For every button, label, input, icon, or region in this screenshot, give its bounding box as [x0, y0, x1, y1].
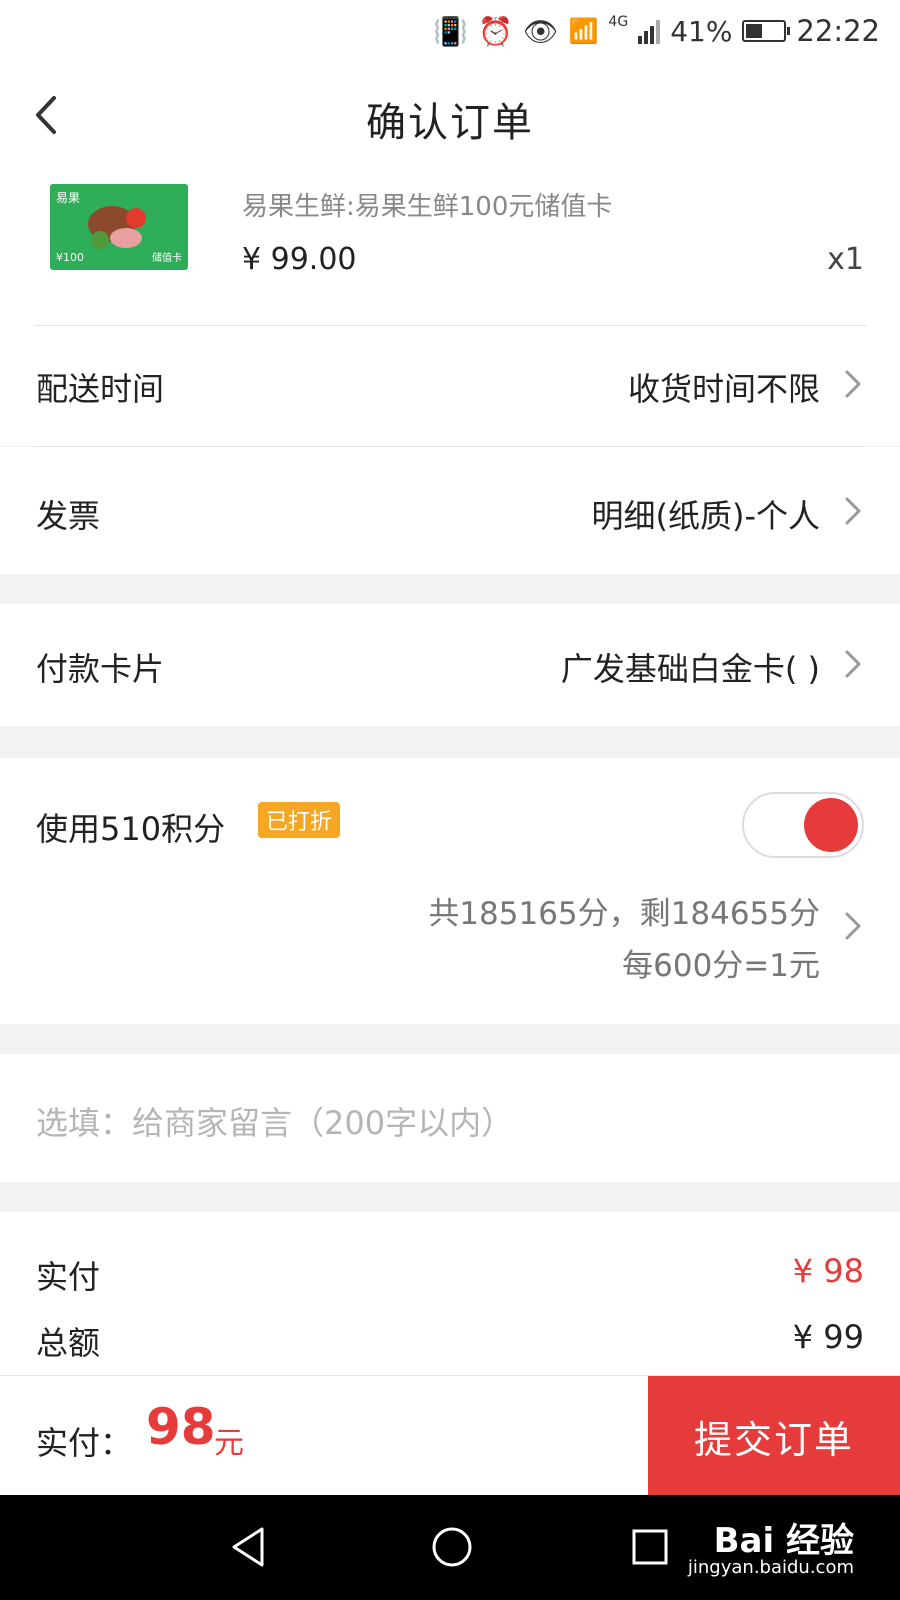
total-label: 总额 — [36, 1324, 101, 1362]
page-title: 确认订单 — [366, 100, 534, 146]
system-nav-bar: Bai 经验 jingyan.baidu.com — [0, 1495, 900, 1600]
toggle-knob — [804, 798, 858, 852]
vibrate-icon: 📳 — [433, 14, 469, 48]
pay-label: 实付： — [36, 1424, 133, 1462]
total-value: ¥ 99 — [792, 1318, 864, 1356]
alarm-icon: ⏰ — [478, 14, 513, 48]
product-price: ¥ 99.00 — [242, 242, 357, 277]
pay-unit: 元 — [214, 1426, 244, 1461]
nav-recents-icon[interactable] — [630, 1527, 670, 1567]
network-type: 4G — [608, 14, 629, 30]
delivery-time-label: 配送时间 — [36, 370, 165, 408]
thumb-amount: ¥100 — [56, 251, 84, 264]
checkout-bar: 实付： 98 元 提交订单 — [0, 1375, 900, 1496]
chevron-right-icon — [845, 497, 861, 525]
battery-percent: 41% — [670, 14, 733, 48]
points-toggle[interactable] — [742, 792, 864, 858]
paid-value: ¥ 98 — [792, 1252, 864, 1290]
submit-order-button[interactable]: 提交订单 — [648, 1376, 900, 1496]
battery-icon — [742, 20, 791, 42]
invoice-value: 明细(纸质)-个人 — [591, 497, 820, 535]
chevron-right-icon — [845, 370, 861, 398]
points-rate: 每600分=1元 — [622, 948, 820, 984]
paid-label: 实付 — [36, 1258, 101, 1296]
watermark-logo: Bai 经验 — [713, 1521, 854, 1561]
delivery-time-value: 收货时间不限 — [627, 370, 820, 408]
message-input[interactable]: 选填：给商家留言（200字以内） — [36, 1098, 513, 1144]
totals-section: 实付 ¥ 98 总额 ¥ 99 — [0, 1212, 900, 1375]
pay-amount: 98 — [146, 1398, 216, 1456]
eye-icon: 👁 — [522, 14, 559, 48]
clock: 22:22 — [796, 14, 880, 48]
thumb-kind: 储值卡 — [152, 253, 182, 264]
discount-badge: 已打折 — [258, 802, 341, 838]
product-thumbnail: 易果 ¥100 储值卡 — [50, 184, 188, 270]
header: 确认订单 — [0, 62, 900, 171]
chevron-right-icon[interactable] — [842, 910, 864, 942]
invoice-row[interactable]: 发票 明细(纸质)-个人 — [0, 447, 900, 574]
payment-card-label: 付款卡片 — [36, 650, 165, 688]
signal-icon — [638, 18, 661, 44]
thumb-brand: 易果 — [56, 191, 81, 205]
message-input-row[interactable]: 选填：给商家留言（200字以内） — [0, 1054, 900, 1182]
product-name: 易果生鲜:易果生鲜100元储值卡 — [242, 192, 613, 222]
invoice-label: 发票 — [36, 497, 101, 535]
delivery-time-row[interactable]: 配送时间 收货时间不限 — [0, 326, 900, 446]
product-quantity: x1 — [827, 242, 864, 277]
wifi-icon: 📶 — [568, 17, 599, 45]
food-illustration-icon — [88, 206, 146, 249]
watermark-url: jingyan.baidu.com — [687, 1557, 854, 1578]
points-summary: 共185165分，剩184655分 — [428, 896, 820, 932]
chevron-right-icon — [845, 650, 861, 678]
nav-back-icon[interactable] — [228, 1525, 268, 1569]
payment-card-row[interactable]: 付款卡片 广发基础白金卡( ) — [0, 604, 900, 726]
nav-home-icon[interactable] — [430, 1525, 474, 1569]
product-item[interactable]: 易果 ¥100 储值卡 易果生鲜:易果生鲜100元储值卡 ¥ 99.00 x1 — [0, 170, 900, 326]
points-label: 使用510积分 — [36, 810, 226, 848]
points-section: 使用510积分 已打折 共185165分，剩184655分 每600分=1元 — [0, 758, 900, 1024]
status-bar: 📳 ⏰ 👁 📶 4G 41% 22:22 — [0, 0, 900, 62]
payment-card-value: 广发基础白金卡( ) — [560, 650, 820, 688]
